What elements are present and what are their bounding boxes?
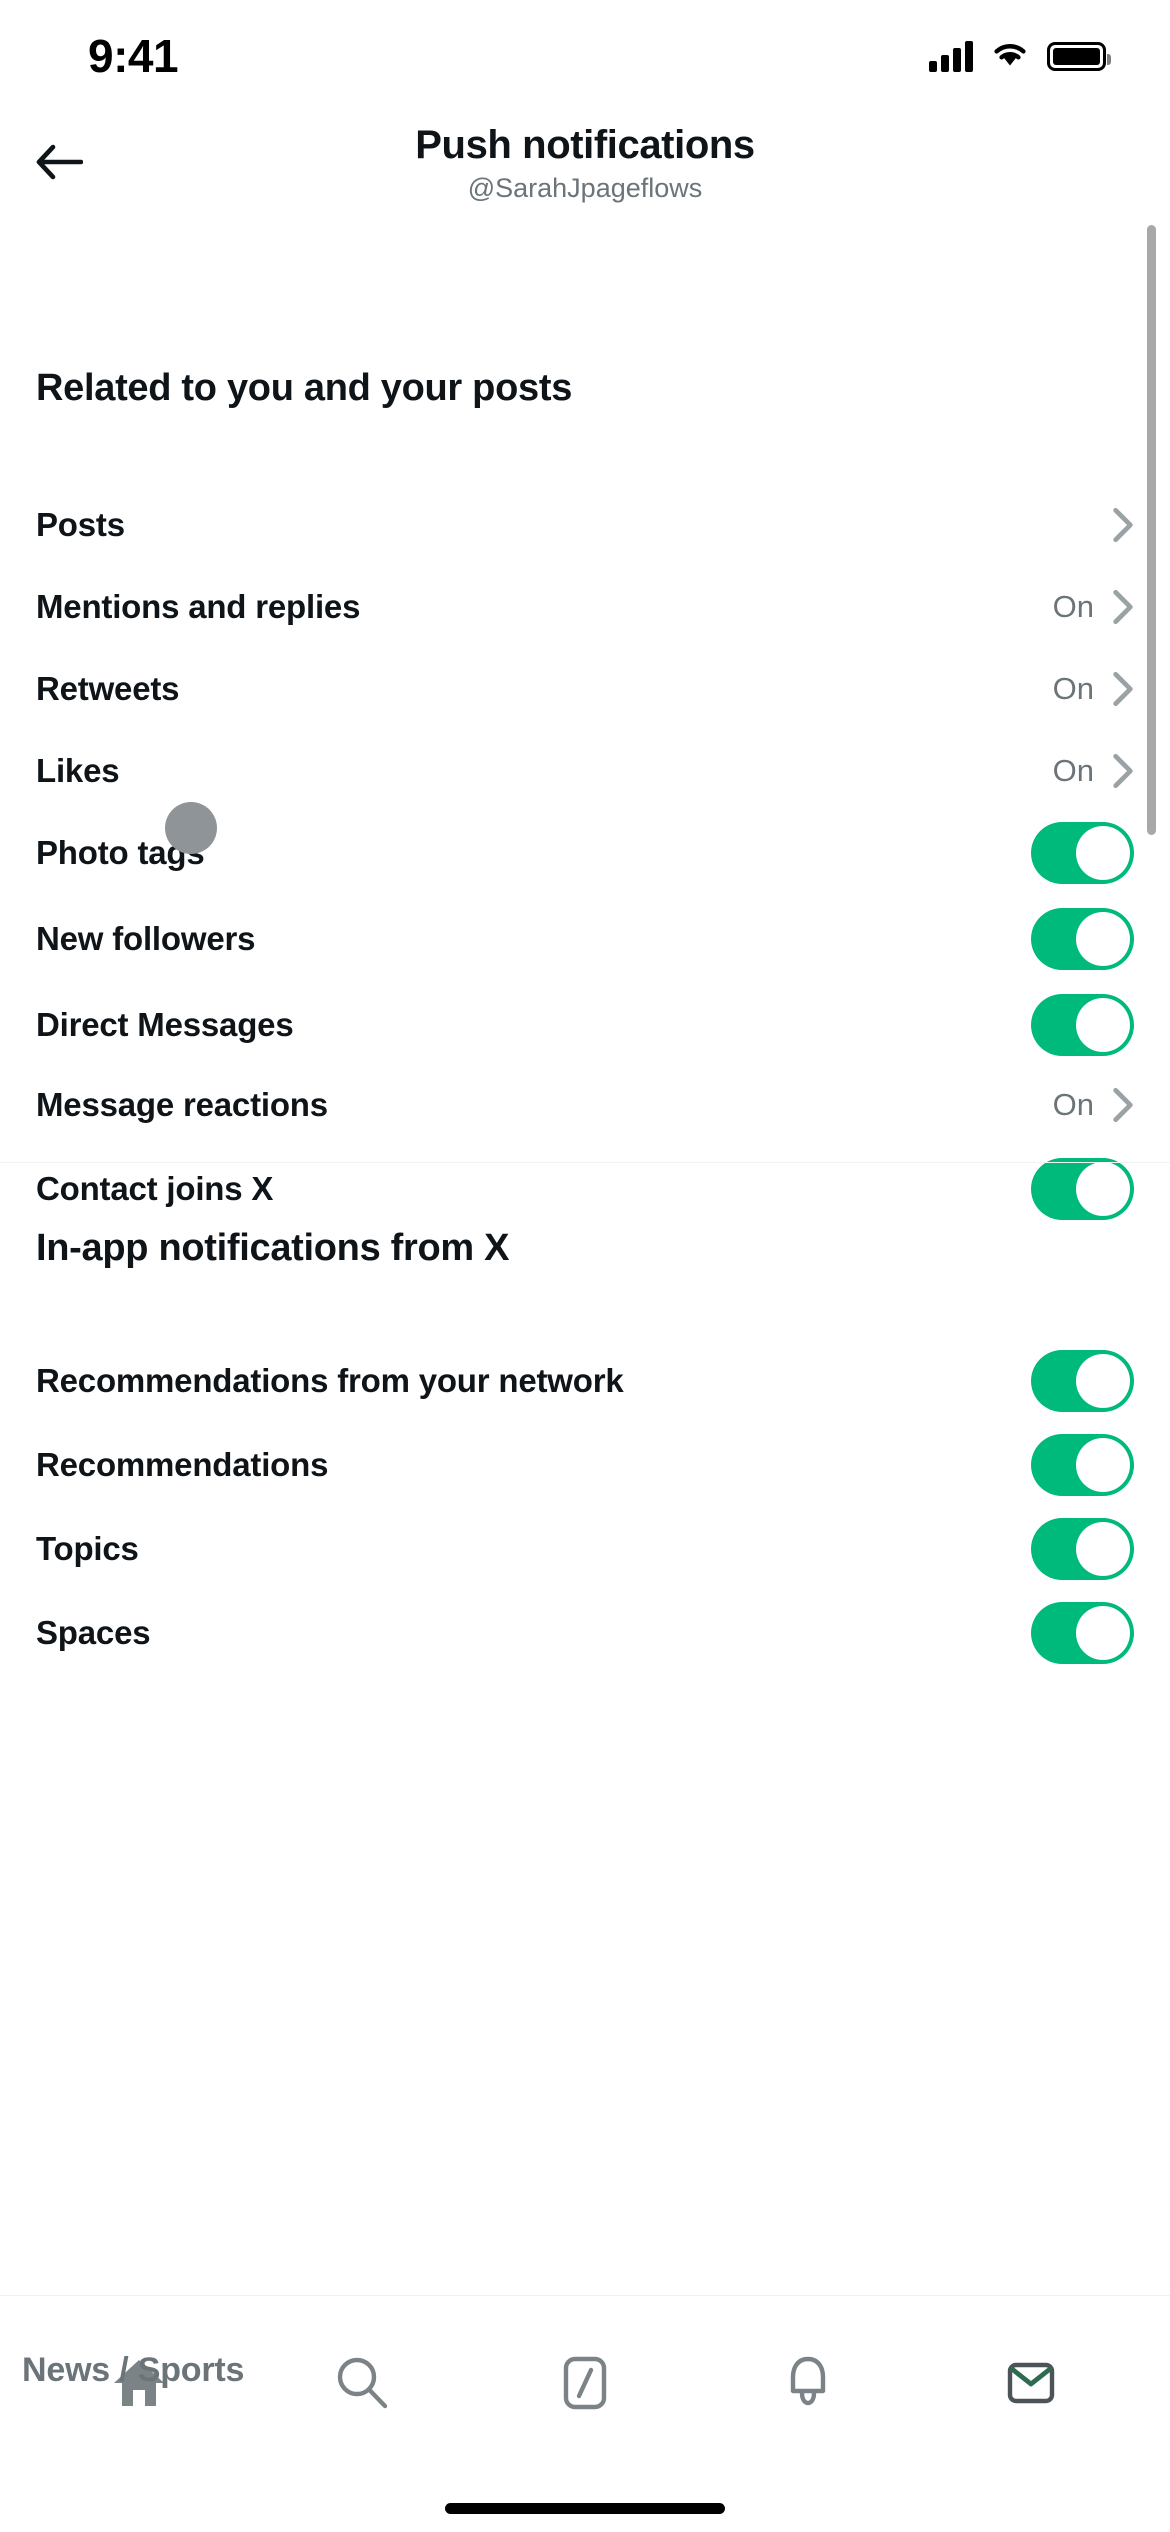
row-accessory: On: [1053, 588, 1134, 626]
direct-messages-toggle[interactable]: [1031, 994, 1134, 1056]
toggle-knob: [1076, 1606, 1130, 1660]
row-value: On: [1052, 671, 1094, 706]
row-message-reactions[interactable]: Message reactions On: [0, 1063, 1170, 1147]
chevron-right-icon: [1113, 753, 1133, 789]
row-accessory: On: [1053, 1086, 1134, 1124]
battery-full-icon: [1047, 41, 1111, 71]
row-mentions-and-replies[interactable]: Mentions and replies On: [0, 565, 1170, 649]
tab-messages[interactable]: [971, 2340, 1091, 2432]
status-bar-indicators: [929, 39, 1111, 74]
section-heading-related: Related to you and your posts: [36, 367, 573, 409]
page-title: Push notifications: [415, 122, 755, 167]
search-icon: [330, 2351, 394, 2420]
back-button[interactable]: [22, 128, 96, 202]
row-spaces[interactable]: Spaces: [0, 1591, 1170, 1675]
row-label: Contact joins X: [36, 1170, 274, 1207]
topics-toggle[interactable]: [1031, 1518, 1134, 1580]
row-label: Likes: [36, 752, 120, 789]
toggle-knob: [1076, 1522, 1130, 1576]
bottom-tab-bar: [0, 2295, 1170, 2532]
row-contact-joins-x[interactable]: Contact joins X: [0, 1147, 1170, 1231]
row-label: Recommendations: [36, 1446, 329, 1483]
row-new-followers[interactable]: New followers: [0, 897, 1170, 981]
toggle-knob: [1076, 1162, 1130, 1216]
wifi-icon: [991, 39, 1029, 74]
row-label: Message reactions: [36, 1086, 328, 1123]
bell-icon: [776, 2351, 840, 2420]
page-header: Push notifications @SarahJpageflows: [0, 112, 1170, 217]
toggle-knob: [1076, 826, 1130, 880]
toggle-knob: [1076, 998, 1130, 1052]
row-label: Posts: [36, 506, 125, 543]
row-label: Direct Messages: [36, 1006, 294, 1043]
settings-scroll-area[interactable]: Related to you and your posts Posts Ment…: [0, 217, 1170, 2517]
chevron-right-icon: [1113, 589, 1133, 625]
row-accessory: On: [1053, 670, 1134, 708]
row-value: On: [1052, 589, 1094, 624]
row-recommendations[interactable]: Recommendations: [0, 1423, 1170, 1507]
chevron-right-icon: [1113, 1087, 1133, 1123]
toggle-knob: [1076, 1438, 1130, 1492]
cellular-signal-icon: [929, 40, 973, 72]
grok-icon: [553, 2351, 617, 2420]
account-handle: @SarahJpageflows: [467, 172, 703, 203]
row-topics[interactable]: Topics: [0, 1507, 1170, 1591]
toggle-knob: [1076, 1354, 1130, 1408]
row-recommendations-from-your-network[interactable]: Recommendations from your network: [0, 1339, 1170, 1423]
header-titles: Push notifications @SarahJpageflows: [0, 123, 1170, 206]
tab-search[interactable]: [302, 2340, 422, 2432]
row-label: Mentions and replies: [36, 588, 361, 625]
row-photo-tags[interactable]: Photo tags: [0, 811, 1170, 895]
tab-grok[interactable]: [525, 2340, 645, 2432]
section-divider: [0, 1162, 1170, 1163]
row-accessory: On: [1053, 752, 1134, 790]
news-sports-label: News / Sports: [22, 2351, 245, 2389]
row-direct-messages[interactable]: Direct Messages: [0, 983, 1170, 1067]
row-label: New followers: [36, 920, 256, 957]
tab-list: [0, 2296, 1170, 2503]
new-followers-toggle[interactable]: [1031, 908, 1134, 970]
row-value: On: [1052, 753, 1094, 788]
recommendations-toggle[interactable]: [1031, 1434, 1134, 1496]
home-indicator: [445, 2503, 725, 2514]
row-label: Topics: [36, 1530, 139, 1567]
back-arrow-icon: [35, 141, 84, 188]
section-heading-in-app: In-app notifications from X: [36, 1227, 510, 1269]
row-label: Retweets: [36, 670, 180, 707]
spaces-toggle[interactable]: [1031, 1602, 1134, 1664]
row-value: On: [1052, 1087, 1094, 1122]
row-label: Spaces: [36, 1614, 151, 1651]
chevron-right-icon: [1113, 671, 1133, 707]
chevron-right-icon: [1113, 507, 1133, 543]
row-label: Recommendations from your network: [36, 1362, 624, 1399]
row-retweets[interactable]: Retweets On: [0, 647, 1170, 731]
row-likes[interactable]: Likes On: [0, 729, 1170, 813]
row-posts[interactable]: Posts: [0, 483, 1170, 567]
contact-joins-x-toggle[interactable]: [1031, 1158, 1134, 1220]
toggle-knob: [1076, 912, 1130, 966]
status-bar: 9:41: [0, 0, 1170, 112]
recommendations-network-toggle[interactable]: [1031, 1350, 1134, 1412]
photo-tags-toggle[interactable]: [1031, 822, 1134, 884]
vertical-scrollbar[interactable]: [1147, 225, 1156, 835]
row-label: Photo tags: [36, 834, 205, 871]
tab-notifications[interactable]: [748, 2340, 868, 2432]
messages-icon: [999, 2351, 1063, 2420]
row-accessory: [1094, 506, 1134, 544]
status-bar-time: 9:41: [88, 30, 179, 82]
